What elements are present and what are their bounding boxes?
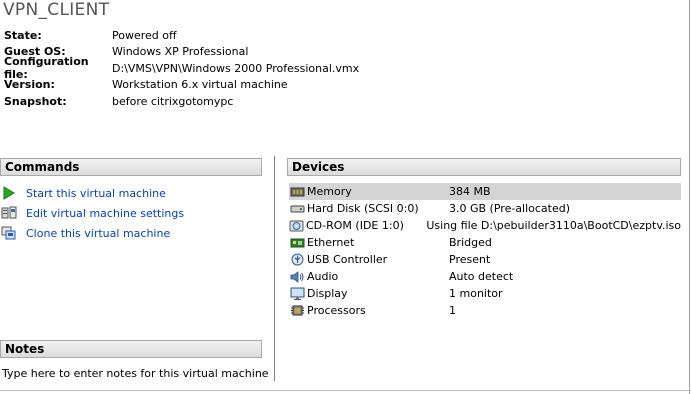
info-value: Workstation 6.x virtual machine <box>112 78 288 92</box>
usb-icon <box>289 253 305 267</box>
display-icon <box>289 287 305 301</box>
info-row-config-file: Configuration file: D:\VMS\VPN\Windows 2… <box>4 55 360 81</box>
device-name: Display <box>307 287 348 300</box>
device-row-cdrom[interactable]: CD-ROM (IDE 1:0) Using file D:\pebuilder… <box>289 217 681 234</box>
window-right-border <box>689 0 690 394</box>
commands-list: Start this virtual machine Edit virtual … <box>0 183 184 243</box>
settings-icon <box>0 205 18 221</box>
device-summary: Bridged <box>449 236 492 249</box>
harddisk-icon <box>289 202 305 216</box>
devices-list: Memory 384 MB Hard Disk (SCSI 0:0) 3.0 G… <box>289 183 681 319</box>
vm-info-table: State: Powered off Guest OS: Windows XP … <box>4 27 359 110</box>
command-label[interactable]: Edit virtual machine settings <box>26 207 184 220</box>
device-summary: 1 <box>449 304 456 317</box>
info-value: D:\VMS\VPN\Windows 2000 Professional.vmx <box>112 61 360 75</box>
clone-vm-command[interactable]: Clone this virtual machine <box>0 223 184 243</box>
info-value: Windows XP Professional <box>112 45 249 59</box>
device-row-memory[interactable]: Memory 384 MB <box>289 183 681 200</box>
devices-header: Devices <box>287 158 681 176</box>
device-summary: 1 monitor <box>449 287 503 300</box>
info-label: Version: <box>4 78 55 92</box>
info-label: Snapshot: <box>4 94 67 108</box>
panel-splitter[interactable] <box>274 156 275 381</box>
info-value: Powered off <box>112 28 177 42</box>
vm-title: VPN_CLIENT <box>3 0 110 20</box>
device-row-ethernet[interactable]: Ethernet Bridged <box>289 234 681 251</box>
notes-header: Notes <box>0 340 262 358</box>
device-summary: 384 MB <box>449 185 491 198</box>
clone-icon <box>0 225 18 241</box>
info-row-snapshot: Snapshot: before citrixgotomypc <box>4 93 359 110</box>
device-name: Hard Disk (SCSI 0:0) <box>307 202 419 215</box>
device-summary: Auto detect <box>449 270 514 283</box>
info-value: before citrixgotomypc <box>112 94 234 108</box>
device-row-audio[interactable]: Audio Auto detect <box>289 268 681 285</box>
info-row-state: State: Powered off <box>4 27 359 44</box>
edit-settings-command[interactable]: Edit virtual machine settings <box>0 203 184 223</box>
info-label: State: <box>4 28 42 42</box>
device-row-display[interactable]: Display 1 monitor <box>289 285 681 302</box>
device-name: Ethernet <box>307 236 355 249</box>
cdrom-icon <box>289 219 304 233</box>
notes-input[interactable]: Type here to enter notes for this virtua… <box>2 367 269 380</box>
device-name: CD-ROM (IDE 1:0) <box>306 219 404 232</box>
info-row-version: Version: Workstation 6.x virtual machine <box>4 77 359 94</box>
audio-icon <box>289 270 305 284</box>
command-label[interactable]: Start this virtual machine <box>26 187 166 200</box>
processor-icon <box>289 304 305 318</box>
device-name: USB Controller <box>307 253 388 266</box>
device-name: Audio <box>307 270 339 283</box>
device-row-processors[interactable]: Processors 1 <box>289 302 681 319</box>
device-row-hard-disk[interactable]: Hard Disk (SCSI 0:0) 3.0 GB (Pre-allocat… <box>289 200 681 217</box>
commands-header: Commands <box>0 158 262 176</box>
start-vm-command[interactable]: Start this virtual machine <box>0 183 184 203</box>
ethernet-icon <box>289 236 305 250</box>
device-summary: Using file D:\pebuilder3110a\BootCD\ezpt… <box>426 219 681 232</box>
play-icon <box>0 185 18 201</box>
device-name: Memory <box>307 185 352 198</box>
device-row-usb[interactable]: USB Controller Present <box>289 251 681 268</box>
memory-icon <box>289 185 305 199</box>
window-bottom-border <box>0 390 691 391</box>
command-label[interactable]: Clone this virtual machine <box>26 227 170 240</box>
device-name: Processors <box>307 304 366 317</box>
device-summary: 3.0 GB (Pre-allocated) <box>449 202 571 215</box>
device-summary: Present <box>449 253 491 266</box>
